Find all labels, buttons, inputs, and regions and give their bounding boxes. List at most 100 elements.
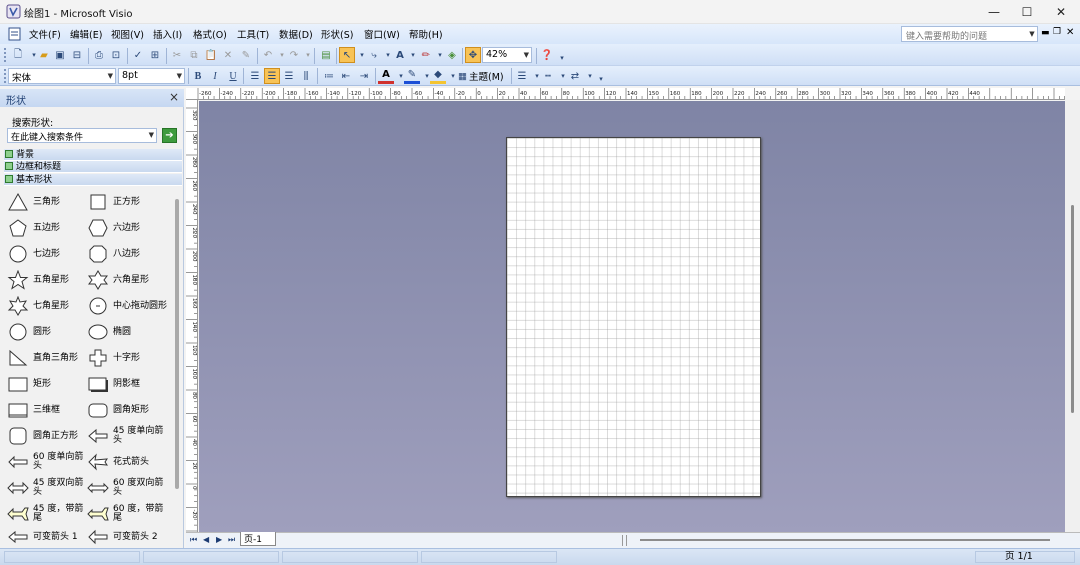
shape-square[interactable]: 正方形 <box>87 189 140 215</box>
font-combo[interactable]: 宋体 ▼ <box>8 68 116 84</box>
distribute-icon[interactable]: ⫼ <box>298 68 314 84</box>
theme-button[interactable]: ▦ 主题(M) <box>458 69 504 84</box>
shape-octagon[interactable]: 八边形 <box>87 241 140 267</box>
align-right-icon[interactable]: ☰ <box>281 68 297 84</box>
bold-button[interactable]: B <box>190 68 206 84</box>
doc-close-icon[interactable]: ✕ <box>1066 27 1074 38</box>
chevron-down-icon[interactable]: ▼ <box>177 72 182 80</box>
stencil-basic-shapes[interactable]: 基本形状 <box>4 174 182 186</box>
doc-restore-icon[interactable]: ❐ <box>1053 27 1061 37</box>
last-page-button[interactable]: ⏭ <box>228 535 235 545</box>
bullets-icon[interactable]: ≔ <box>321 68 337 84</box>
toolbar-options-icon[interactable]: ▾ <box>593 71 609 87</box>
new-icon[interactable]: 🗋 <box>10 47 26 63</box>
shape-ellipse[interactable]: 椭圆 <box>87 319 131 345</box>
menu-file[interactable]: 文件(F) <box>29 27 61 41</box>
shape-arrow-45-double[interactable]: 45 度双向箭头 <box>7 475 91 501</box>
shape-arrow-60-double[interactable]: 60 度双向箭头 <box>87 475 171 501</box>
print-preview-icon[interactable]: ⊡ <box>108 47 124 63</box>
copy-icon[interactable]: ⧉ <box>186 47 202 63</box>
shape-rounded-square[interactable]: 圆角正方形 <box>7 423 78 449</box>
menu-insert[interactable]: 插入(I) <box>153 27 182 41</box>
menu-help[interactable]: 帮助(H) <box>409 27 443 41</box>
align-left-icon[interactable]: ☰ <box>247 68 263 84</box>
page-tab[interactable]: 页-1 <box>240 532 276 546</box>
shape-circle[interactable]: 圆形 <box>7 319 51 345</box>
shape-arrow-60-single[interactable]: 60 度单向箭头 <box>7 449 91 475</box>
shape-hexagon[interactable]: 六边形 <box>87 215 140 241</box>
cut-icon[interactable]: ✂ <box>169 47 185 63</box>
chevron-down-icon[interactable]: ▼ <box>108 72 113 80</box>
previous-page-button[interactable]: ◀ <box>203 535 209 544</box>
menu-edit[interactable]: 编辑(E) <box>70 27 102 41</box>
increase-indent-icon[interactable]: ⇥ <box>356 68 372 84</box>
help-search-input[interactable]: 键入需要帮助的问题 <box>901 26 1038 42</box>
next-page-button[interactable]: ▶ <box>216 535 222 544</box>
help-icon[interactable]: ❓ <box>539 47 555 63</box>
chevron-down-icon[interactable]: ▼ <box>149 131 154 139</box>
shape-rectangle[interactable]: 矩形 <box>7 371 51 397</box>
open-folder-icon[interactable]: ▰ <box>36 47 52 63</box>
menu-data[interactable]: 数据(D) <box>279 27 313 41</box>
horizontal-scroll-thumb[interactable] <box>640 539 1050 541</box>
shape-3d-box[interactable]: 三维框 <box>7 397 60 423</box>
print-icon[interactable]: ⎙ <box>91 47 107 63</box>
shape-variable-arrow-1[interactable]: 可变箭头 1 <box>7 524 78 550</box>
pan-zoom-icon[interactable]: ✥ <box>465 47 481 63</box>
first-page-button[interactable]: ⏮ <box>190 535 197 545</box>
stencil-background[interactable]: 背景 <box>4 149 182 161</box>
shape-cross[interactable]: 十字形 <box>87 345 140 371</box>
font-size-combo[interactable]: 8pt ▼ <box>118 68 185 84</box>
menu-view[interactable]: 视图(V) <box>111 27 144 41</box>
spelling-icon[interactable]: ✓ <box>130 47 146 63</box>
shape-five-point-star[interactable]: 五角星形 <box>7 267 69 293</box>
shape-right-triangle[interactable]: 直角三角形 <box>7 345 78 371</box>
shapes-icon[interactable]: ▤ <box>318 47 334 63</box>
document-menu-icon[interactable] <box>7 27 22 41</box>
shape-six-point-star[interactable]: 六角星形 <box>87 267 149 293</box>
chevron-down-icon[interactable]: ▼ <box>524 51 529 59</box>
save-icon[interactable]: ▣ <box>52 47 68 63</box>
close-button[interactable]: ✕ <box>1043 0 1079 24</box>
stencil-borders-titles[interactable]: 边框和标题 <box>4 161 182 173</box>
drawing-page[interactable] <box>506 137 761 497</box>
italic-button[interactable]: I <box>207 68 223 84</box>
shape-fancy-arrow[interactable]: 花式箭头 <box>87 449 149 475</box>
chevron-down-icon[interactable]: ▼ <box>1027 27 1037 41</box>
shape-seven-point-star[interactable]: 七角星形 <box>7 293 69 319</box>
decrease-indent-icon[interactable]: ⇤ <box>338 68 354 84</box>
line-weight-icon[interactable]: ☰ <box>514 68 530 84</box>
toolbar-options-icon[interactable]: ▾ <box>554 50 570 66</box>
toolbar-grip[interactable] <box>4 69 6 83</box>
line-pattern-icon[interactable]: ┅ <box>540 68 556 84</box>
menu-shape[interactable]: 形状(S) <box>321 27 353 41</box>
fill-color-icon[interactable]: ◆ <box>430 68 446 84</box>
underline-button[interactable]: U <box>225 68 241 84</box>
line-color-icon[interactable]: ✎ <box>404 68 420 84</box>
shape-triangle[interactable]: 三角形 <box>7 189 60 215</box>
shape-pentagon[interactable]: 五边形 <box>7 215 60 241</box>
shape-heptagon[interactable]: 七边形 <box>7 241 60 267</box>
align-center-icon[interactable]: ☰ <box>264 68 280 84</box>
shape-rounded-rectangle[interactable]: 圆角矩形 <box>87 397 149 423</box>
doc-minimize-icon[interactable]: ▬ <box>1041 28 1050 38</box>
close-pane-icon[interactable]: × <box>169 90 179 104</box>
shapes-scrollbar[interactable] <box>175 199 179 489</box>
menu-window[interactable]: 窗口(W) <box>364 27 400 41</box>
format-painter-icon[interactable]: ✎ <box>238 47 254 63</box>
vertical-scroll-thumb[interactable] <box>1071 205 1074 413</box>
shape-shadow-box[interactable]: 阴影框 <box>87 371 140 397</box>
shape-variable-arrow-2[interactable]: 可变箭头 2 <box>87 524 158 550</box>
tab-split-handle[interactable] <box>622 535 627 546</box>
maximize-button[interactable]: ☐ <box>1009 0 1045 24</box>
minimize-button[interactable]: — <box>976 0 1012 24</box>
shape-search-input[interactable]: 在此键入搜索条件 ▼ <box>7 128 157 143</box>
font-color-icon[interactable]: A <box>378 68 394 84</box>
visio-app-icon[interactable] <box>6 4 21 19</box>
menu-tools[interactable]: 工具(T) <box>237 27 269 41</box>
menu-format[interactable]: 格式(O) <box>193 27 227 41</box>
permission-icon[interactable]: ⊟ <box>69 47 85 63</box>
shape-center-drag-circle[interactable]: 中心拖动圆形 <box>87 293 167 319</box>
delete-icon[interactable]: ✕ <box>220 47 236 63</box>
toolbar-grip[interactable] <box>4 48 6 62</box>
